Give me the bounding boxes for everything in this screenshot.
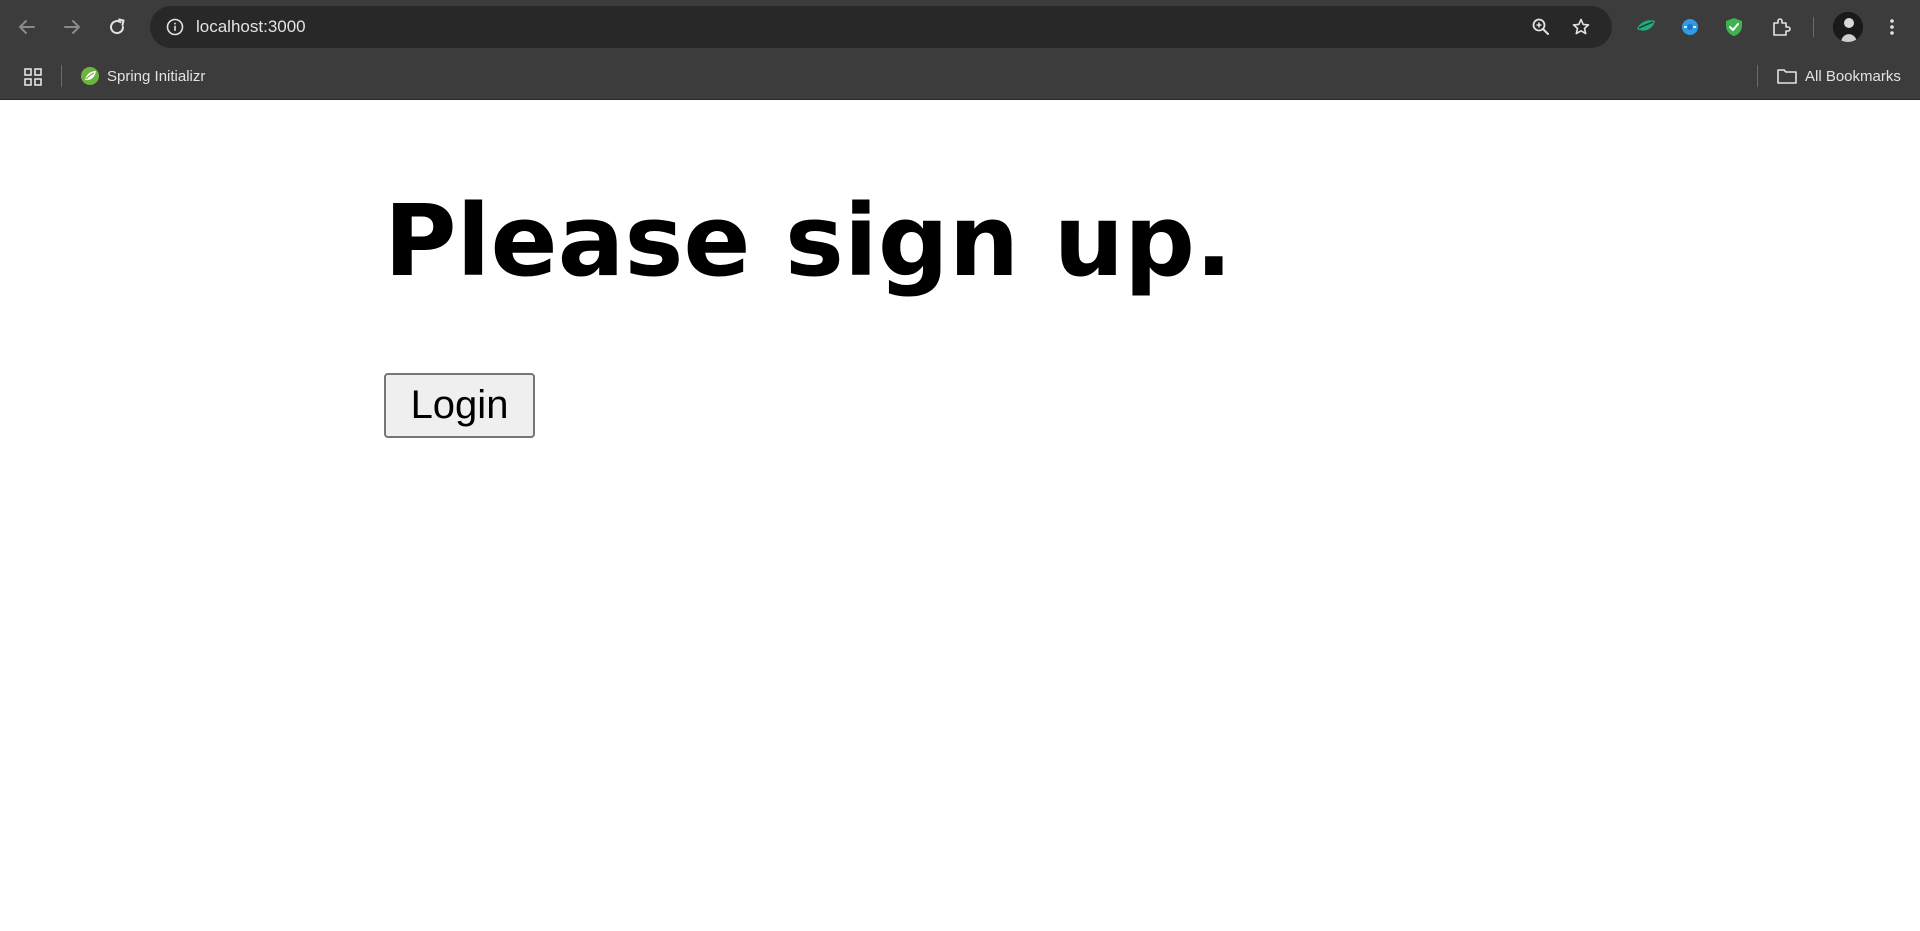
apps-grid-icon [24, 68, 42, 86]
back-button[interactable] [9, 9, 45, 45]
toolbar-divider [1813, 17, 1814, 37]
all-bookmarks-label: All Bookmarks [1805, 67, 1901, 85]
page-content: Please sign up. Login [0, 100, 1920, 931]
browser-menu-button[interactable] [1876, 11, 1908, 43]
kebab-menu-icon [1890, 19, 1894, 35]
address-bar[interactable]: localhost:3000 [150, 6, 1612, 48]
blue-globe-icon [1682, 19, 1698, 35]
bookmarks-bar: Spring Initializr All Bookmarks [0, 54, 1920, 100]
bookmark-spring-initializr[interactable]: Spring Initializr [74, 61, 211, 91]
info-icon [166, 18, 184, 36]
avatar-icon [1833, 12, 1863, 42]
puzzle-icon [1773, 18, 1791, 36]
spring-leaf-icon [81, 67, 99, 85]
extension-leaf-icon[interactable] [1630, 11, 1662, 43]
zoom-in-icon [1532, 18, 1549, 35]
profile-avatar[interactable] [1833, 12, 1863, 42]
bookmark-star-button[interactable] [1566, 12, 1596, 42]
reload-button[interactable] [99, 9, 135, 45]
green-shield-icon [1726, 18, 1742, 36]
extension-shield-icon[interactable] [1718, 11, 1750, 43]
reload-icon [110, 18, 125, 35]
extension-globe-icon[interactable] [1674, 11, 1706, 43]
site-info-button[interactable] [160, 12, 190, 42]
url-text[interactable]: localhost:3000 [196, 6, 306, 48]
star-icon [1572, 18, 1590, 35]
browser-window: localhost:3000 Spring Initializr All Boo… [0, 0, 1920, 931]
bookmarks-divider [61, 65, 62, 87]
login-button[interactable]: Login [384, 373, 535, 438]
all-bookmarks-button[interactable]: All Bookmarks [1770, 61, 1907, 91]
forward-button[interactable] [54, 9, 90, 45]
apps-button[interactable] [18, 62, 48, 92]
page-title: Please sign up. [384, 184, 1233, 299]
folder-icon [1777, 69, 1797, 84]
forward-arrow-icon [64, 20, 80, 34]
bookmarks-divider-right [1757, 65, 1758, 87]
extensions-menu-button[interactable] [1765, 11, 1797, 43]
zoom-button[interactable] [1526, 12, 1556, 42]
bookmark-label: Spring Initializr [107, 67, 206, 85]
browser-toolbar: localhost:3000 [0, 0, 1920, 54]
leaf-eye-icon [1637, 20, 1655, 31]
back-arrow-icon [19, 20, 35, 34]
